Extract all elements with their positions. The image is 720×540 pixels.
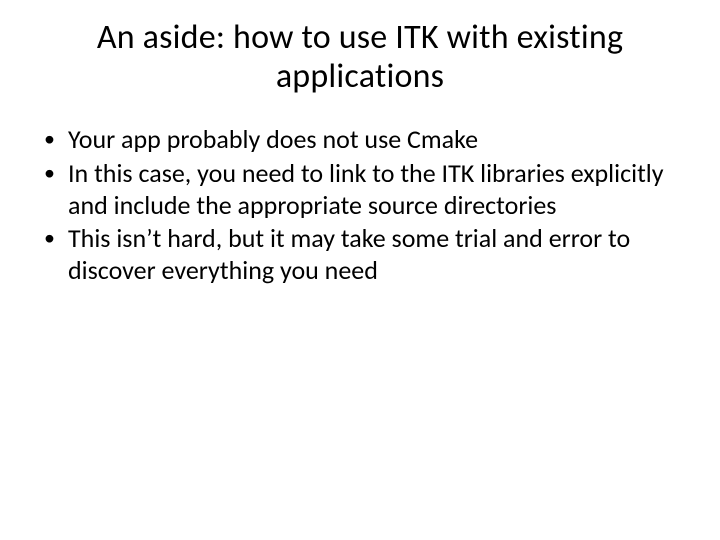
- slide-title: An aside: how to use ITK with existing a…: [40, 18, 680, 96]
- list-item: This isn’t hard, but it may take some tr…: [40, 223, 672, 286]
- bullet-list: Your app probably does not use Cmake In …: [40, 124, 680, 287]
- list-item: In this case, you need to link to the IT…: [40, 158, 672, 221]
- list-item: Your app probably does not use Cmake: [40, 124, 672, 156]
- slide: An aside: how to use ITK with existing a…: [0, 0, 720, 540]
